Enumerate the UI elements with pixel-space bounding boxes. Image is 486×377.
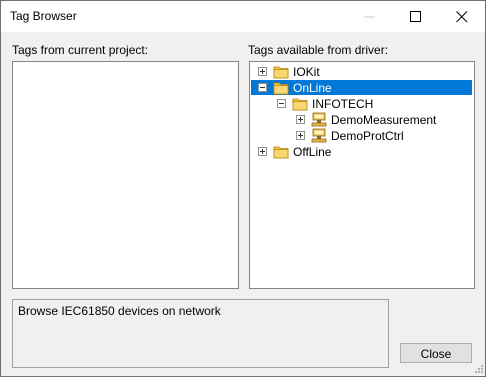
folder-icon (273, 146, 289, 159)
maximize-button[interactable] (393, 1, 439, 32)
expand-plus-icon[interactable] (258, 147, 267, 156)
tree-item-label: INFOTECH (312, 97, 374, 111)
tree-item-iokit[interactable]: IOKit (250, 64, 472, 80)
tree-item-label: OffLine (293, 145, 332, 159)
project-tags-list[interactable] (12, 61, 239, 289)
close-button[interactable]: Close (400, 343, 472, 363)
expand-plus-icon[interactable] (258, 67, 267, 76)
minimize-icon (364, 16, 375, 18)
tree-item-label: DemoMeasurement (331, 113, 437, 127)
tree-item-online[interactable]: OnLine (250, 80, 472, 96)
tree-item-label: IOKit (293, 65, 320, 79)
title-bar[interactable]: Tag Browser (1, 1, 485, 32)
folder-icon (273, 82, 289, 95)
driver-tags-label: Tags available from driver: (248, 43, 389, 57)
driver-tags-tree[interactable]: IOKit OnLine INFOTECH DemoMeasurement De… (249, 61, 475, 289)
folder-icon (292, 98, 308, 111)
tree-item-demomeasurement[interactable]: DemoMeasurement (250, 112, 472, 128)
current-project-tags-label: Tags from current project: (12, 43, 149, 57)
resize-grip-icon[interactable] (473, 363, 484, 374)
tree-item-offline[interactable]: OffLine (250, 144, 472, 160)
expand-plus-icon[interactable] (296, 115, 305, 124)
maximize-icon (410, 11, 421, 22)
status-panel: Browse IEC61850 devices on network (12, 299, 389, 368)
tree-item-infotech[interactable]: INFOTECH (250, 96, 472, 112)
collapse-minus-icon[interactable] (277, 99, 286, 108)
expand-plus-icon[interactable] (296, 131, 305, 140)
device-icon (311, 112, 327, 127)
close-icon (456, 11, 468, 23)
window-title: Tag Browser (10, 9, 77, 23)
status-text: Browse IEC61850 devices on network (18, 304, 221, 318)
tag-browser-window: Tag Browser Tags from current project: T… (0, 0, 486, 377)
minimize-button[interactable] (347, 1, 393, 32)
tree-item-demoprotctrl[interactable]: DemoProtCtrl (250, 128, 472, 144)
close-window-button[interactable] (439, 1, 485, 32)
tree-item-label: OnLine (292, 81, 333, 95)
tree-item-label: DemoProtCtrl (331, 129, 404, 143)
folder-icon (273, 66, 289, 79)
device-icon (311, 128, 327, 143)
collapse-minus-icon[interactable] (258, 83, 267, 92)
